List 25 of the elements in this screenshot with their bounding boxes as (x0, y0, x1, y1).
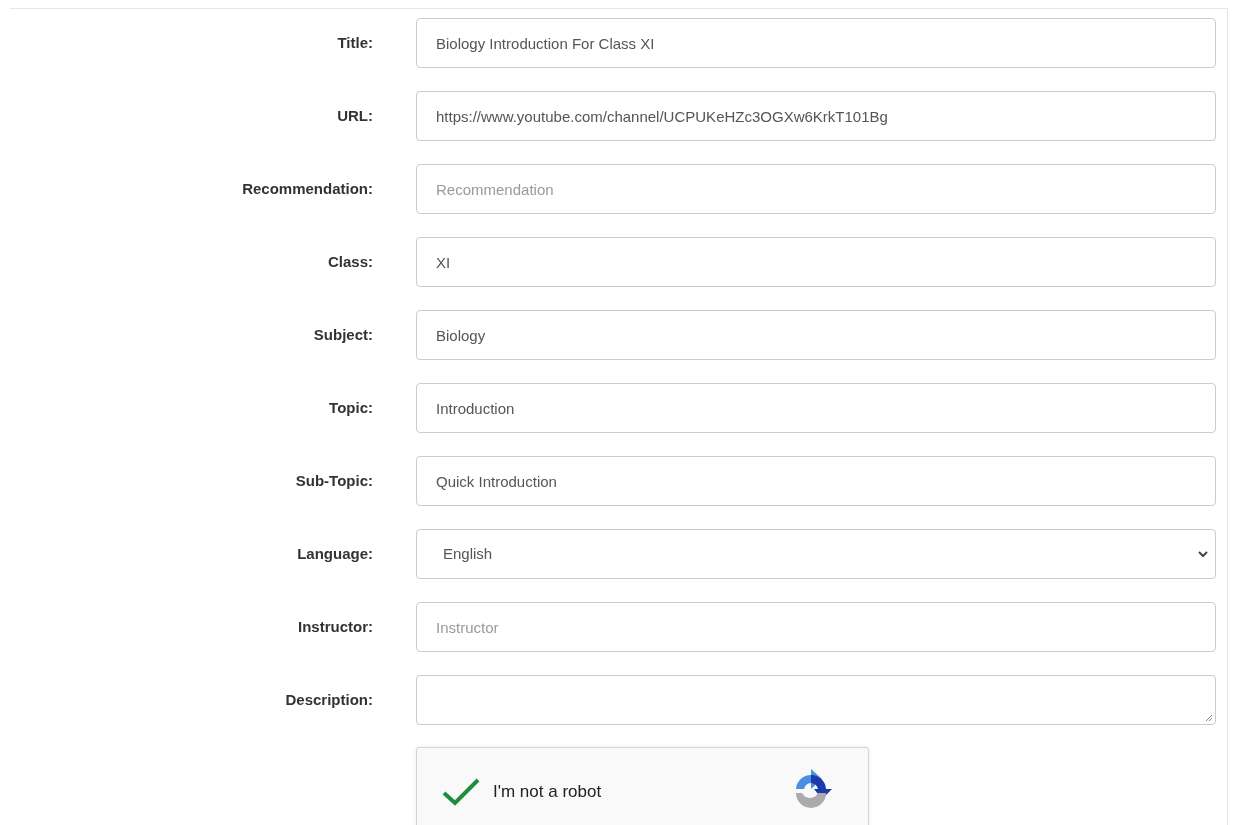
resize-handle-icon (1205, 714, 1213, 722)
field-label: Class: (327, 253, 373, 270)
field-label: URL: (337, 107, 373, 124)
text-input-field[interactable]: XI (416, 237, 1216, 287)
field-label: Sub-Topic: (295, 472, 373, 489)
text-input-field[interactable]: Introduction (416, 383, 1216, 433)
text-input-field[interactable]: Biology (416, 310, 1216, 360)
captcha-label: I'm not a robot (493, 781, 602, 804)
dropdown-value: English (443, 543, 493, 564)
checkmark-icon (441, 777, 481, 807)
textarea-field[interactable] (416, 675, 1216, 725)
dropdown-field[interactable]: English (416, 529, 1216, 579)
text-input-field[interactable]: Instructor (416, 602, 1216, 652)
text-input-field[interactable]: Recommendation (416, 164, 1216, 214)
chevron-down-icon (1197, 548, 1209, 560)
field-label: Title: (337, 34, 373, 51)
field-label: Subject: (313, 326, 373, 343)
field-label: Description: (285, 691, 373, 708)
field-label: Instructor: (298, 618, 373, 635)
field-label: Topic: (329, 399, 373, 416)
text-input-field[interactable]: https://www.youtube.com/channel/UCPUKeHZc3OGXw6KrkT101Bg (416, 91, 1216, 141)
text-input-field[interactable]: Quick Introduction (416, 456, 1216, 506)
field-label: Language: (297, 545, 373, 562)
text-input-field[interactable]: Biology Introduction For Class XI (416, 18, 1216, 68)
field-label: Recommendation: (242, 180, 373, 197)
